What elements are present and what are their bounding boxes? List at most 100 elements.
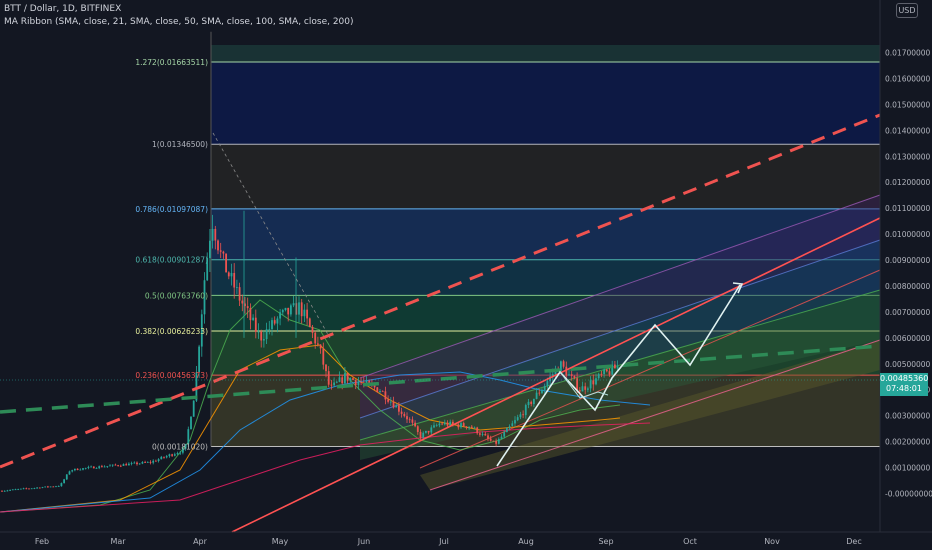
candle-body: [438, 423, 441, 426]
candle-body: [160, 456, 163, 460]
candle-body: [306, 309, 308, 319]
candle-body: [14, 489, 17, 491]
candle-body: [65, 474, 68, 480]
candle-body: [524, 405, 527, 416]
chart-window: 1.272(0.01663511) 1(0.01346500) 0.786(0.01…: [0, 0, 932, 550]
fib-zone-top: [211, 44, 880, 62]
candle-body: [605, 369, 608, 372]
candle-body: [516, 417, 519, 421]
candle-body: [411, 419, 414, 423]
candle-body: [20, 488, 22, 490]
candle-body: [578, 390, 581, 392]
countdown-timer: 07:48:01: [886, 384, 922, 393]
price-tick-label: 0.00100000: [885, 464, 931, 473]
candle-body: [603, 369, 605, 375]
candle-body: [117, 465, 119, 467]
candle-body: [168, 454, 171, 457]
candle-body: [76, 468, 79, 471]
candle-body: [260, 331, 263, 341]
candle-body: [165, 456, 168, 458]
candle-body: [497, 438, 500, 444]
candle-body: [60, 483, 63, 487]
candle-body: [500, 436, 503, 439]
candle-body: [68, 471, 71, 475]
candle-body: [128, 463, 130, 466]
candle-body: [74, 468, 76, 471]
candle-body: [119, 465, 122, 467]
candle-body: [219, 250, 222, 252]
candle-body: [330, 384, 333, 386]
price-tick-label: 0.00300000: [885, 412, 931, 421]
candle-body: [106, 466, 109, 467]
candle-body: [298, 302, 300, 315]
candle-body: [616, 366, 619, 369]
candle-body: [249, 308, 252, 321]
candle-body: [279, 312, 281, 319]
candle-body: [322, 348, 325, 365]
candle-body: [292, 303, 295, 306]
candle-body: [395, 405, 398, 408]
candle-body: [414, 422, 416, 427]
candle-body: [55, 486, 57, 488]
candle-body: [543, 386, 546, 390]
candle-body: [473, 427, 476, 429]
candle-body: [11, 489, 14, 491]
candle-body: [352, 378, 354, 380]
time-axis[interactable]: Feb Mar Apr May Jun Jul Aug Sep Oct Nov Dec: [0, 531, 932, 546]
time-tick-label: Sep: [598, 537, 613, 546]
candle-body: [71, 470, 74, 472]
candle-body: [508, 426, 511, 429]
candle-body: [314, 332, 317, 344]
time-tick-label: Jun: [357, 537, 371, 546]
currency-button[interactable]: USD: [896, 3, 918, 18]
candle-body: [101, 466, 103, 468]
candle-body: [222, 251, 225, 254]
candle-body: [597, 373, 600, 379]
candle-body: [535, 392, 538, 399]
price-tick-label: 0.01300000: [885, 152, 931, 161]
candle-body: [335, 381, 338, 383]
candle-body: [541, 389, 543, 394]
candle-body: [171, 454, 173, 456]
candle-body: [44, 486, 47, 488]
candle-body: [233, 272, 236, 288]
fib-label: 0(0.00181020): [152, 443, 208, 452]
indicator-legend[interactable]: MA Ribbon (SMA, close, 21, SMA, close, 5…: [4, 17, 354, 27]
candle-body: [427, 430, 430, 433]
price-tick-label: 0.00900000: [885, 256, 931, 265]
candle-body: [446, 422, 449, 426]
last-price-value: 0.00485360: [880, 374, 929, 383]
price-tick-label: 0.00200000: [885, 438, 931, 447]
candle-body: [263, 339, 265, 341]
candle-body: [155, 460, 157, 462]
candle-body: [570, 374, 573, 376]
candle-body: [25, 488, 28, 490]
candle-body: [592, 380, 595, 385]
candle-body: [506, 428, 508, 433]
candle-body: [22, 488, 25, 490]
price-tick-label: 0.00600000: [885, 334, 931, 343]
candle-body: [98, 466, 101, 469]
candle-body: [398, 405, 400, 412]
candle-body: [273, 320, 276, 324]
candle-body: [325, 364, 327, 372]
time-tick-label: May: [272, 537, 289, 546]
time-tick-label: Feb: [35, 537, 49, 546]
candle-body: [452, 421, 454, 424]
candle-body: [317, 343, 319, 345]
price-chart[interactable]: 1.272(0.01663511) 1(0.01346500) 0.786(0.01…: [0, 0, 932, 550]
candle-body: [82, 468, 84, 470]
candle-body: [462, 423, 465, 427]
price-axis[interactable]: 0.01700000 0.01600000 0.01500000 0.01400000…: [879, 0, 932, 532]
candle-body: [308, 318, 311, 327]
price-tick-label: 0.00800000: [885, 282, 931, 291]
candle-body: [487, 435, 489, 439]
candle-body: [192, 400, 195, 417]
candle-body: [111, 464, 114, 466]
candle-body: [87, 466, 90, 468]
candle-body: [522, 414, 524, 416]
candle-body: [28, 488, 30, 490]
candle-body: [227, 272, 230, 277]
candle-body: [333, 382, 335, 386]
candle-body: [581, 386, 584, 392]
